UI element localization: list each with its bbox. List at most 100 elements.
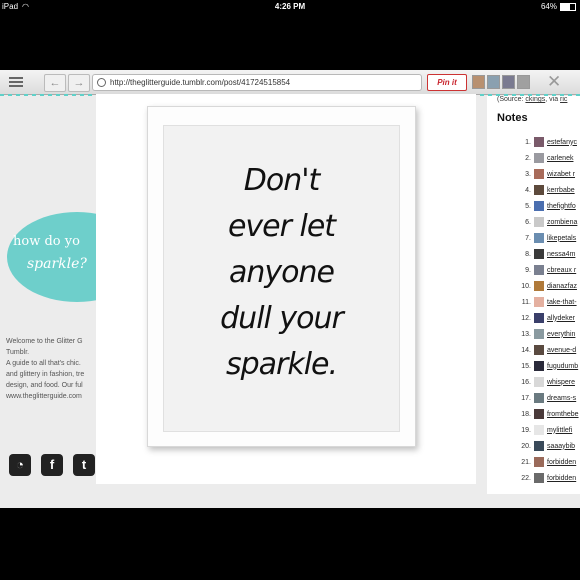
twitter-icon[interactable]: t	[73, 454, 95, 476]
note-item[interactable]: 5. thefightfo	[507, 198, 579, 214]
note-username[interactable]: carlenek	[547, 155, 573, 162]
note-item[interactable]: 4. kerrbabe	[507, 182, 579, 198]
note-number: 1.	[525, 138, 531, 146]
back-button[interactable]: ←	[44, 74, 66, 92]
note-username[interactable]: estefanyc	[547, 139, 577, 146]
source-via: , via	[545, 96, 561, 103]
avatar[interactable]	[534, 345, 544, 355]
note-item[interactable]: 18. fromthebe	[507, 406, 579, 422]
note-number: 19.	[521, 426, 531, 434]
note-number: 5.	[525, 202, 531, 210]
note-item[interactable]: 6. zombiena	[507, 214, 579, 230]
avatar[interactable]	[534, 233, 544, 243]
artwork-quote: Don't ever let anyone dull your sparkle.	[164, 158, 399, 388]
note-item[interactable]: 15. fugudumb	[507, 358, 579, 374]
note-item[interactable]: 21. forbidden	[507, 454, 579, 470]
avatar[interactable]	[534, 169, 544, 179]
url-bar[interactable]: http://theglitterguide.tumblr.com/post/4…	[92, 74, 422, 91]
avatar[interactable]	[534, 329, 544, 339]
avatar[interactable]	[534, 361, 544, 371]
avatar[interactable]	[534, 425, 544, 435]
avatar[interactable]	[534, 457, 544, 467]
note-username[interactable]: allydeker	[547, 315, 575, 322]
note-username[interactable]: fugudumb	[547, 363, 578, 370]
note-username[interactable]: saaaybib	[547, 443, 575, 450]
note-item[interactable]: 13. everythin	[507, 326, 579, 342]
menu-icon[interactable]	[9, 75, 23, 89]
artwork: Don't ever let anyone dull your sparkle.	[163, 125, 400, 432]
note-username[interactable]: avenue-d	[547, 347, 576, 354]
avatar[interactable]	[534, 185, 544, 195]
quote-line: ever let	[227, 209, 336, 244]
note-item[interactable]: 3. wizabet r	[507, 166, 579, 182]
thumbnail-image[interactable]	[472, 75, 485, 89]
close-icon[interactable]: ✕	[547, 72, 561, 92]
avatar[interactable]	[534, 409, 544, 419]
forward-button[interactable]: →	[68, 74, 90, 92]
avatar[interactable]	[534, 313, 544, 323]
note-item[interactable]: 20. saaaybib	[507, 438, 579, 454]
avatar[interactable]	[534, 265, 544, 275]
avatar[interactable]	[534, 281, 544, 291]
note-username[interactable]: mylittlefi	[547, 427, 572, 434]
note-username[interactable]: take-that-	[547, 299, 577, 306]
note-item[interactable]: 2. carlenek	[507, 150, 579, 166]
note-item[interactable]: 11. take-that-	[507, 294, 579, 310]
note-number: 10.	[521, 282, 531, 290]
note-item[interactable]: 22. forbidden	[507, 470, 579, 486]
thumbnail-image[interactable]	[487, 75, 500, 89]
note-item[interactable]: 14. avenue-d	[507, 342, 579, 358]
thumbnail-image[interactable]	[502, 75, 515, 89]
note-number: 3.	[525, 170, 531, 178]
note-username[interactable]: dreams-s	[547, 395, 576, 402]
note-username[interactable]: kerrbabe	[547, 187, 575, 194]
note-item[interactable]: 17. dreams-s	[507, 390, 579, 406]
note-item[interactable]: 8. nessa4m	[507, 246, 579, 262]
note-username[interactable]: forbidden	[547, 459, 576, 466]
note-item[interactable]: 12. allydeker	[507, 310, 579, 326]
note-number: 22.	[521, 474, 531, 482]
note-number: 18.	[521, 410, 531, 418]
facebook-icon[interactable]: f	[41, 454, 63, 476]
avatar[interactable]	[534, 297, 544, 307]
welcome-line: design, and food. Our ful	[6, 382, 83, 389]
avatar[interactable]	[534, 473, 544, 483]
note-item[interactable]: 16. whispere	[507, 374, 579, 390]
note-username[interactable]: thefightfo	[547, 203, 576, 210]
note-number: 7.	[525, 234, 531, 242]
note-username[interactable]: likepetals	[547, 235, 576, 242]
picture-frame: Don't ever let anyone dull your sparkle.	[147, 106, 416, 447]
note-username[interactable]: zombiena	[547, 219, 577, 226]
avatar[interactable]	[534, 153, 544, 163]
note-username[interactable]: everythin	[547, 331, 575, 338]
rss-icon[interactable]: ◔	[9, 454, 31, 476]
battery-icon	[560, 2, 576, 11]
source-link[interactable]: ckings	[525, 96, 545, 103]
note-username[interactable]: whispere	[547, 379, 575, 386]
note-username[interactable]: dianazfaz	[547, 283, 577, 290]
note-item[interactable]: 7. likepetals	[507, 230, 579, 246]
note-item[interactable]: 9. cbreaux r	[507, 262, 579, 278]
avatar[interactable]	[534, 377, 544, 387]
thumbnail-image[interactable]	[517, 75, 530, 89]
avatar[interactable]	[534, 441, 544, 451]
note-item[interactable]: 1. estefanyc	[507, 134, 579, 150]
note-username[interactable]: forbidden	[547, 475, 576, 482]
post-image[interactable]: Don't ever let anyone dull your sparkle.	[96, 94, 476, 484]
avatar[interactable]	[534, 137, 544, 147]
note-item[interactable]: 10. dianazfaz	[507, 278, 579, 294]
welcome-line: Welcome to the Glitter G	[6, 338, 83, 345]
avatar[interactable]	[534, 249, 544, 259]
welcome-line: Tumblr.	[6, 349, 30, 356]
note-username[interactable]: cbreaux r	[547, 267, 576, 274]
source-link-2[interactable]: ric	[560, 96, 567, 103]
note-username[interactable]: wizabet r	[547, 171, 575, 178]
note-username[interactable]: nessa4m	[547, 251, 575, 258]
avatar[interactable]	[534, 201, 544, 211]
pin-it-button[interactable]: Pin it	[427, 74, 467, 91]
note-item[interactable]: 19. mylittlefi	[507, 422, 579, 438]
note-username[interactable]: fromthebe	[547, 411, 579, 418]
avatar[interactable]	[534, 217, 544, 227]
note-number: 14.	[521, 346, 531, 354]
avatar[interactable]	[534, 393, 544, 403]
